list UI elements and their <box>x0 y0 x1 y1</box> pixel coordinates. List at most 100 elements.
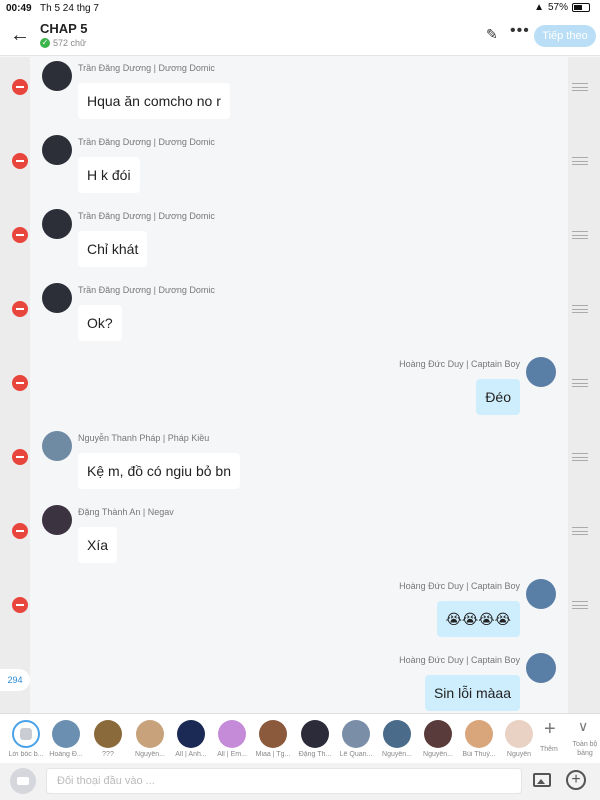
character-item[interactable]: All | Anh... <box>171 718 211 762</box>
message-row: Trần Đăng Dương | Dương Domic Chỉ khát <box>0 205 600 279</box>
add-character-label: Thêm <box>540 746 558 753</box>
avatar <box>136 720 164 748</box>
message-bubble[interactable]: Đéo <box>476 379 520 415</box>
add-icon[interactable]: + <box>566 770 586 790</box>
plus-icon: + <box>544 718 556 740</box>
character-item[interactable]: Bùi Thuỳ... <box>459 718 499 762</box>
drag-handle-icon[interactable] <box>572 453 588 461</box>
next-button[interactable]: Tiếp theo <box>534 25 596 47</box>
sender-name: Nguyễn Thanh Pháp | Pháp Kiều <box>78 433 210 443</box>
sender-name: Hoàng Đức Duy | Captain Boy <box>399 655 520 665</box>
message-count-badge[interactable]: 294 <box>0 669 30 691</box>
message-bubble[interactable]: Sin lỗi màaa <box>424 675 520 711</box>
status-time: 00:49 <box>6 3 32 14</box>
avatar <box>177 720 205 748</box>
message-bubble[interactable]: 😭😭😭😭 <box>436 601 520 637</box>
character-item[interactable]: ??? <box>88 718 128 762</box>
message-row: Nguyễn Thanh Pháp | Pháp Kiều Kệ m, đồ c… <box>0 427 600 501</box>
dialogue-input[interactable]: Đối thoại đầu vào ... <box>46 768 522 794</box>
character-item[interactable]: Lê Quan... <box>336 718 376 762</box>
message-row: Đặng Thành An | Negav Xía <box>0 501 600 575</box>
character-name: ??? <box>102 751 114 758</box>
character-bar: Lời bốc b... Hoàng Đ... ??? Nguyễn... Al… <box>0 713 600 763</box>
character-item[interactable]: Nguyễn <box>499 718 539 762</box>
add-character-button[interactable]: + Thêm <box>540 718 566 762</box>
character-narrator[interactable]: Lời bốc b... <box>6 718 46 762</box>
avatar[interactable] <box>42 61 72 91</box>
check-icon: ✓ <box>40 38 50 48</box>
character-name: All | Em... <box>217 751 247 758</box>
chevron-down-icon: ∨ <box>578 718 589 734</box>
avatar[interactable] <box>42 209 72 239</box>
remove-message-icon[interactable] <box>12 79 28 95</box>
drag-handle-icon[interactable] <box>572 83 588 91</box>
back-arrow-icon[interactable]: ← <box>10 24 32 46</box>
avatar <box>52 720 80 748</box>
avatar[interactable] <box>526 653 556 683</box>
character-name: Bùi Thuỳ... <box>462 751 496 758</box>
character-item[interactable]: All | Em... <box>212 718 252 762</box>
message-bubble[interactable]: Xía <box>78 527 118 563</box>
character-item[interactable]: Đặng Th... <box>295 718 335 762</box>
status-bar: 00:49 Th 5 24 thg 7 ▲ 57% <box>0 0 600 16</box>
avatar[interactable] <box>42 431 72 461</box>
avatar[interactable] <box>42 283 72 313</box>
message-bubble[interactable]: Chỉ khát <box>78 231 148 267</box>
format-toggle-icon[interactable] <box>10 768 36 794</box>
sender-name: Đặng Thành An | Negav <box>78 507 174 517</box>
remove-message-icon[interactable] <box>12 153 28 169</box>
status-right: ▲ 57% <box>534 2 590 13</box>
sender-name: Trần Đăng Dương | Dương Domic <box>78 285 215 295</box>
character-name: All | Anh... <box>175 751 207 758</box>
remove-message-icon[interactable] <box>12 375 28 391</box>
remove-message-icon[interactable] <box>12 449 28 465</box>
narrator-icon <box>12 720 40 748</box>
edit-pen-icon[interactable]: ✎ <box>486 26 498 43</box>
avatar <box>505 720 533 748</box>
sender-name: Hoàng Đức Duy | Captain Boy <box>399 581 520 591</box>
remove-message-icon[interactable] <box>12 597 28 613</box>
chat-area[interactable]: Trần Đăng Dương | Dương Domic Hqua ăn co… <box>0 57 600 713</box>
sender-name: Trần Đăng Dương | Dương Domic <box>78 63 215 73</box>
drag-handle-icon[interactable] <box>572 305 588 313</box>
message-row: Trần Đăng Dương | Dương Domic Hqua ăn co… <box>0 57 600 131</box>
character-item[interactable]: Miaa | Tg... <box>253 718 293 762</box>
avatar <box>301 720 329 748</box>
avatar <box>94 720 122 748</box>
character-item[interactable]: Nguyễn... <box>418 718 458 762</box>
avatar[interactable] <box>526 579 556 609</box>
message-bubble[interactable]: H k đói <box>78 157 140 193</box>
input-bar: Đối thoại đầu vào ... + <box>0 763 600 800</box>
character-name: Hoàng Đ... <box>49 751 83 758</box>
drag-handle-icon[interactable] <box>572 231 588 239</box>
message-bubble[interactable]: Ok? <box>78 305 122 341</box>
character-item[interactable]: Nguyễn... <box>377 718 417 762</box>
drag-handle-icon[interactable] <box>572 601 588 609</box>
avatar <box>424 720 452 748</box>
character-name: Nguyễn... <box>423 751 453 758</box>
expand-table-button[interactable]: ∨ Toàn bộ bảng <box>570 718 600 762</box>
image-icon[interactable] <box>533 773 551 787</box>
avatar[interactable] <box>42 135 72 165</box>
remove-message-icon[interactable] <box>12 523 28 539</box>
word-count-label: 572 chữ <box>53 38 87 48</box>
character-item[interactable]: Hoàng Đ... <box>46 718 86 762</box>
word-count: ✓ 572 chữ <box>40 38 86 48</box>
remove-message-icon[interactable] <box>12 301 28 317</box>
message-bubble[interactable]: Kệ m, đồ có ngiu bỏ bn <box>78 453 240 489</box>
drag-handle-icon[interactable] <box>572 379 588 387</box>
character-item[interactable]: Nguyễn... <box>130 718 170 762</box>
expand-label: Toàn bộ bảng <box>572 741 598 757</box>
character-name: Đặng Th... <box>298 751 332 758</box>
message-row: Hoàng Đức Duy | Captain Boy 😭😭😭😭 <box>0 575 600 649</box>
avatar[interactable] <box>42 505 72 535</box>
drag-handle-icon[interactable] <box>572 527 588 535</box>
avatar <box>465 720 493 748</box>
message-row: Trần Đăng Dương | Dương Domic H k đói <box>0 131 600 205</box>
avatar <box>342 720 370 748</box>
remove-message-icon[interactable] <box>12 227 28 243</box>
drag-handle-icon[interactable] <box>572 157 588 165</box>
message-bubble[interactable]: Hqua ăn comcho no r <box>78 83 230 119</box>
avatar[interactable] <box>526 357 556 387</box>
more-options-icon[interactable]: ••• <box>510 22 530 40</box>
